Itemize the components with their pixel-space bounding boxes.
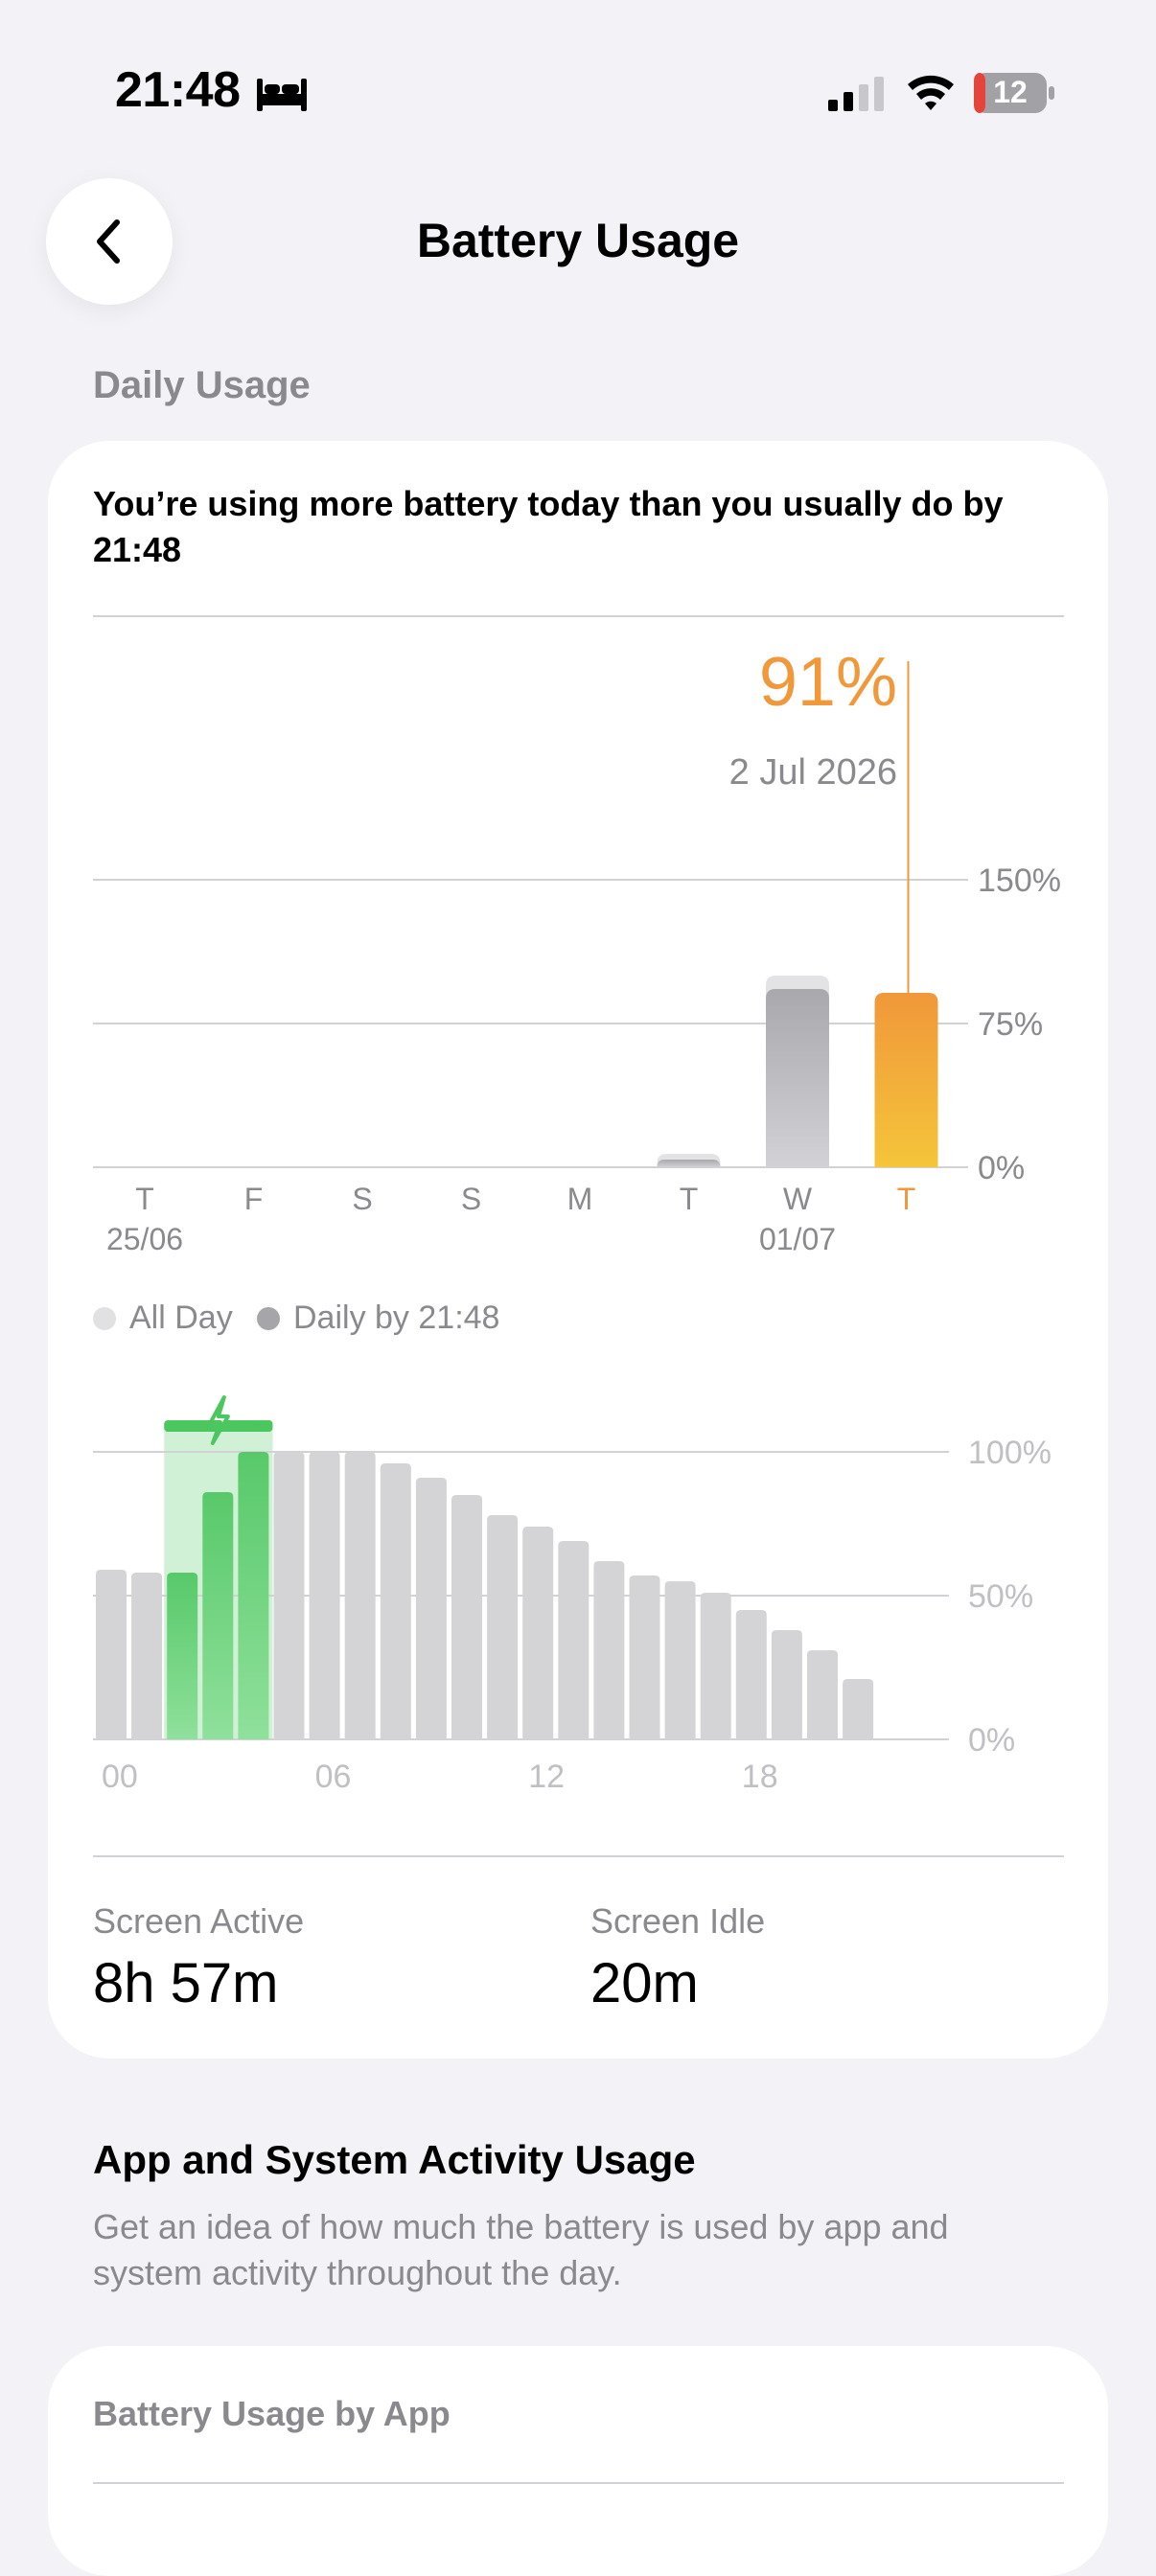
hour-bar-7 — [344, 1452, 376, 1739]
hour-bar-3 — [202, 1492, 234, 1739]
battery-icon: 12 — [974, 73, 1054, 113]
y-tick-label: 100% — [968, 1435, 1052, 1471]
hour-bar-9 — [415, 1478, 447, 1739]
battery-level: 12 — [993, 75, 1028, 109]
hour-bar-2 — [167, 1573, 198, 1739]
legend-label-daily-by: Daily by 21:48 — [293, 1300, 500, 1336]
hour-bar-5 — [273, 1452, 305, 1739]
bar-daily-5 — [657, 1160, 721, 1167]
x-date-label: 01/07 — [759, 1222, 836, 1256]
hour-bar-1 — [131, 1573, 163, 1739]
x-tick-label: S — [352, 1182, 372, 1216]
bar-daily-7 — [874, 993, 938, 1167]
activity-title: App and System Activity Usage — [93, 2137, 696, 2182]
battery-usage-by-app-card — [48, 2346, 1108, 2576]
legend-label-all-day: All Day — [129, 1300, 233, 1336]
selected-value: 91% — [759, 644, 897, 721]
activity-subtitle: Get an idea of how much the battery is u… — [93, 2207, 949, 2292]
hour-bar-6 — [309, 1452, 340, 1739]
legend-daily-by: Daily by 21:48 — [257, 1300, 499, 1337]
hour-bar-10 — [451, 1495, 482, 1739]
hour-bar-18 — [735, 1610, 767, 1739]
hour-bar-12 — [522, 1527, 554, 1739]
divider — [93, 2482, 1064, 2484]
hour-bar-8 — [380, 1463, 411, 1739]
hour-bar-4 — [238, 1452, 269, 1739]
hour-bar-14 — [593, 1561, 625, 1739]
x-date-label: 25/06 — [106, 1222, 183, 1256]
bed-icon — [257, 79, 307, 111]
x-tick-label: W — [783, 1182, 813, 1216]
x-tick-label: T — [897, 1182, 916, 1216]
y-tick-label: 0% — [978, 1150, 1025, 1186]
usage-headline: You’re using more battery today than you… — [93, 484, 1004, 569]
x-tick-label: 06 — [315, 1759, 352, 1795]
section-label-daily-usage: Daily Usage — [93, 364, 311, 406]
page-title: Battery Usage — [416, 214, 740, 267]
screen-active-label: Screen Active — [93, 1901, 305, 1941]
x-tick-label: M — [567, 1182, 593, 1216]
bar-daily-6 — [766, 989, 829, 1167]
y-tick-label: 0% — [968, 1722, 1015, 1759]
x-tick-label: S — [461, 1182, 481, 1216]
x-tick-label: F — [244, 1182, 264, 1216]
hour-bar-20 — [807, 1650, 838, 1739]
wifi-icon — [908, 75, 954, 110]
y-tick-label: 75% — [978, 1006, 1043, 1043]
divider — [93, 615, 1064, 617]
x-tick-label: T — [680, 1182, 699, 1216]
hour-bar-15 — [629, 1576, 660, 1739]
screen-idle-value: 20m — [590, 1952, 699, 2014]
status-time: 21:48 — [115, 62, 241, 118]
legend-all-day: All Day — [93, 1300, 233, 1337]
hour-bar-16 — [664, 1581, 696, 1739]
screen-active-value: 8h 57m — [93, 1952, 279, 2014]
y-tick-label: 150% — [978, 862, 1061, 899]
hourly-battery-level-chart[interactable]: 100% 50% 0% 00 06 12 18 — [48, 1380, 1108, 1802]
divider — [93, 1855, 1064, 1857]
hour-bar-13 — [558, 1541, 590, 1739]
hour-bar-11 — [487, 1515, 519, 1739]
selected-date: 2 Jul 2026 — [729, 752, 897, 793]
hour-bar-19 — [771, 1630, 802, 1739]
hour-bar-21 — [843, 1679, 874, 1739]
hour-bar-17 — [700, 1593, 731, 1739]
screen-idle-label: Screen Idle — [590, 1901, 766, 1941]
hour-bar-0 — [96, 1570, 127, 1739]
legend-dot-daily-by — [257, 1306, 280, 1330]
x-tick-label: 18 — [742, 1759, 778, 1795]
x-tick-label: 12 — [528, 1759, 565, 1795]
battery-usage-by-app-label[interactable]: Battery Usage by App — [93, 2394, 451, 2434]
cellular-signal-icon — [828, 77, 884, 111]
y-tick-label: 50% — [968, 1578, 1033, 1615]
daily-battery-chart[interactable]: 150% 75% 0% T 25/06 F S S M T W 01/07 T 91% 2 Jul 2026 — [48, 623, 1108, 1275]
legend-dot-all-day — [93, 1306, 116, 1330]
x-tick-label: 00 — [102, 1759, 138, 1795]
x-tick-label: T — [135, 1182, 154, 1216]
